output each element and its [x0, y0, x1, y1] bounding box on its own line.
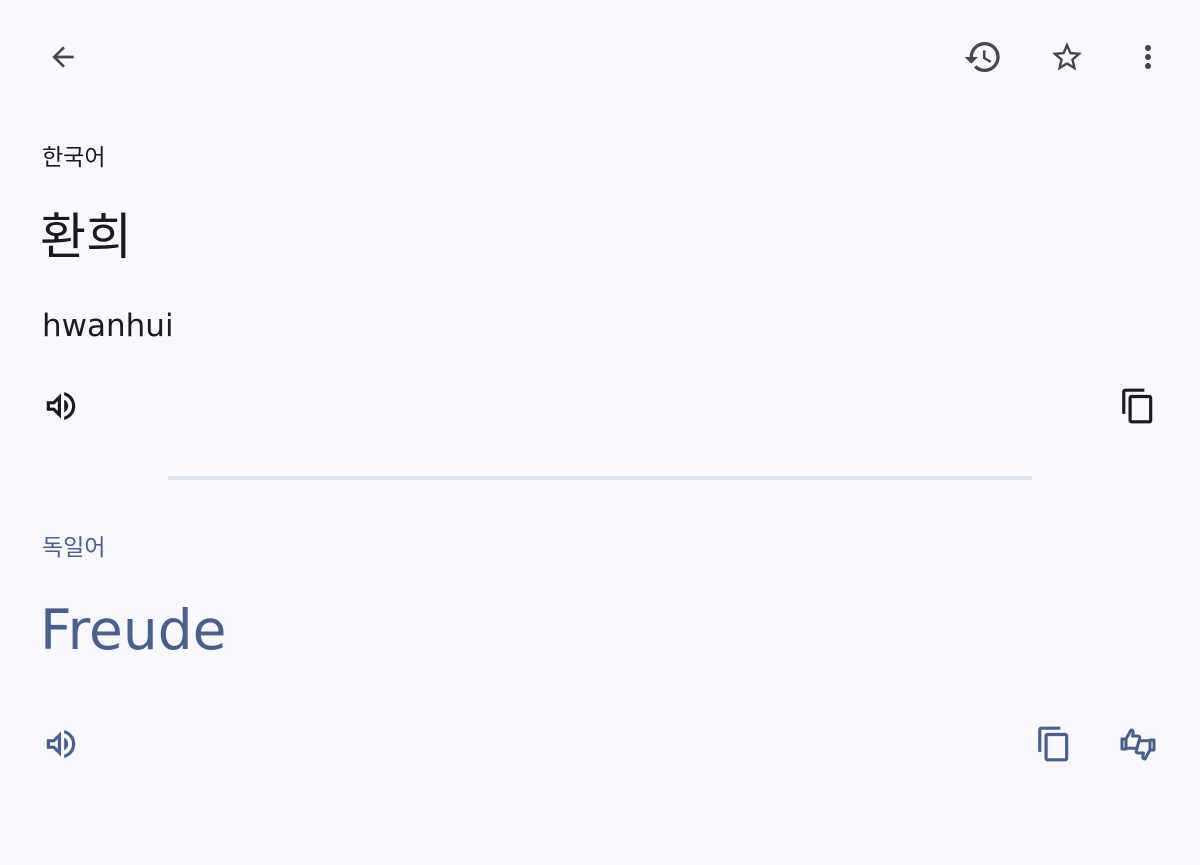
source-transliteration: hwanhui [42, 308, 174, 344]
back-button[interactable] [35, 29, 91, 85]
target-copy-button[interactable] [1026, 716, 1082, 772]
more-options-button[interactable] [1120, 29, 1176, 85]
section-divider [168, 476, 1032, 480]
source-text: 환희 [40, 208, 132, 266]
volume-up-icon [42, 725, 80, 763]
history-button[interactable] [955, 29, 1011, 85]
copy-icon [1035, 725, 1073, 763]
rate-translation-button[interactable] [1110, 716, 1166, 772]
target-language-label: 독일어 [42, 535, 106, 561]
copy-icon [1119, 387, 1157, 425]
source-copy-button[interactable] [1110, 378, 1166, 434]
source-language-label: 한국어 [42, 145, 106, 171]
history-icon [963, 37, 1003, 77]
source-speak-button[interactable] [33, 378, 89, 434]
rate-translation-icon [1114, 720, 1162, 768]
volume-up-icon [42, 387, 80, 425]
more-vert-icon [1130, 39, 1166, 75]
translation-text: Freude [40, 598, 227, 662]
arrow-back-icon [47, 41, 79, 73]
star-outline-icon [1049, 39, 1085, 75]
favorite-button[interactable] [1039, 29, 1095, 85]
target-speak-button[interactable] [33, 716, 89, 772]
